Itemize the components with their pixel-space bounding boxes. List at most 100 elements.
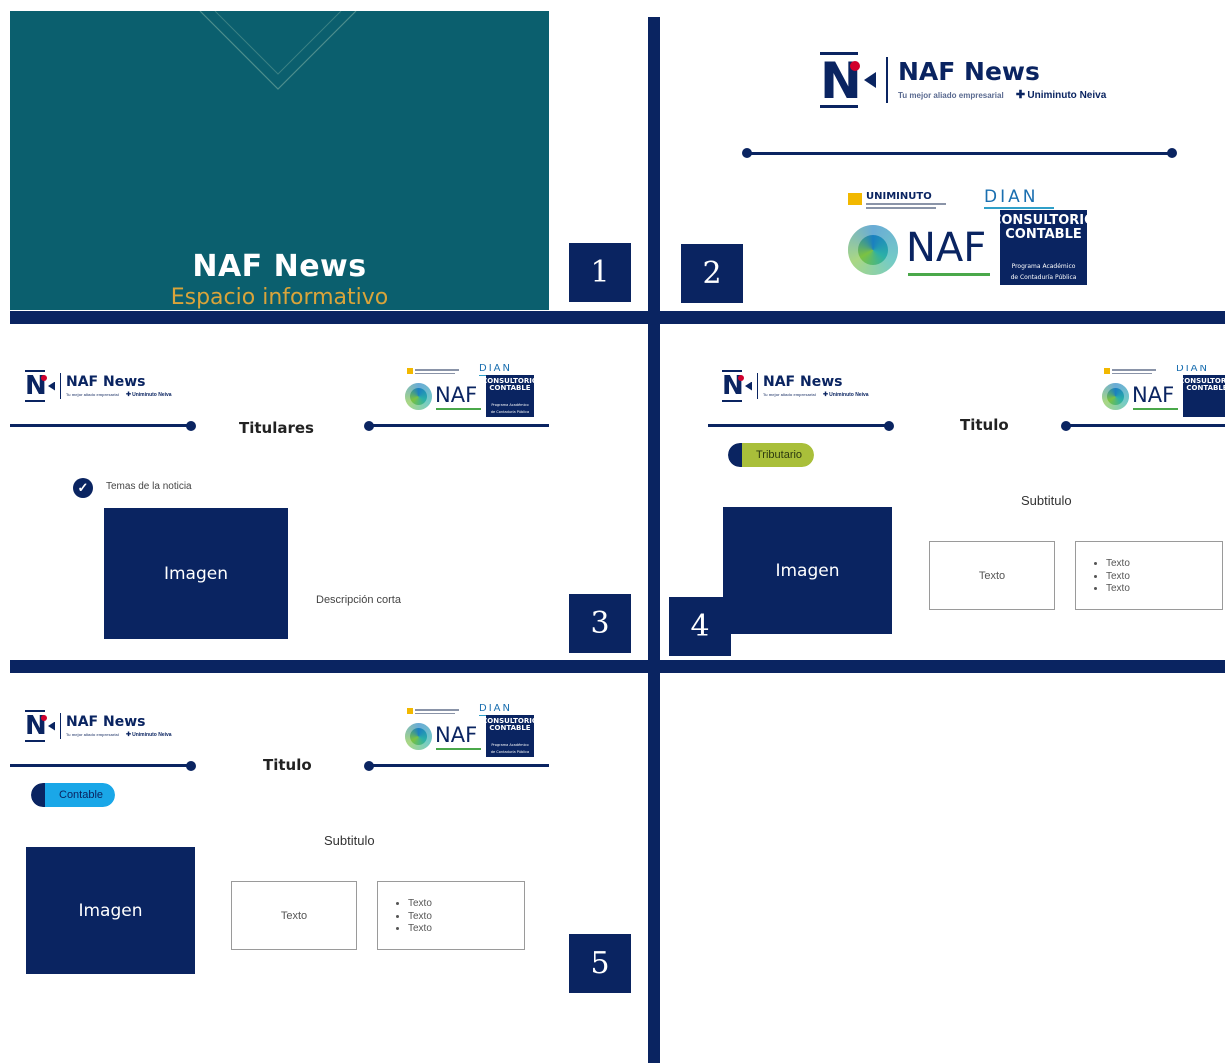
naf-subtext xyxy=(436,748,481,750)
checkmark-icon: ✓ xyxy=(73,478,93,498)
contaduria-label: de Contaduría Pública xyxy=(1010,273,1077,281)
camera-icon xyxy=(48,721,55,731)
contable-label: CONTABLE xyxy=(1005,226,1082,242)
naf-swirl-icon xyxy=(405,383,432,410)
uniminuto-subtext-2 xyxy=(866,207,936,209)
brand-partner: Uniminuto Neiva xyxy=(132,391,172,398)
topic-label: Temas de la noticia xyxy=(106,481,192,492)
rule-left xyxy=(10,764,190,767)
naf-swirl-icon xyxy=(848,225,898,275)
bullet-list-box: Texto Texto Texto xyxy=(377,881,525,950)
n-mark-icon: N xyxy=(25,370,47,402)
horizontal-divider-top xyxy=(10,311,1225,324)
rule-right-dot xyxy=(364,761,374,771)
dian-label: DIAN xyxy=(1176,365,1209,374)
naf-news-logo-large: N NAF News Tu mejor aliado empresarial ✚… xyxy=(820,52,1106,108)
logo-separator xyxy=(886,57,888,103)
slide-heading: Titulares xyxy=(239,419,314,437)
uniminuto-mark-icon xyxy=(1104,368,1110,374)
rule-right-dot xyxy=(1061,421,1071,431)
naf-news-logo: N NAF News Tu mejor aliado empresarial ✚… xyxy=(722,370,869,402)
contaduria-label: de Contaduría Pública xyxy=(490,750,530,755)
slide-heading: Titulo xyxy=(263,756,312,774)
logo-rule xyxy=(746,152,1172,155)
partner-logos: DIAN NAF CONSULTORIO CONTABLE Programa A… xyxy=(405,703,545,760)
naf-label: NAF xyxy=(435,723,478,747)
text-box: Texto xyxy=(231,881,357,950)
image-placeholder: Imagen xyxy=(723,507,892,634)
slide-heading: Titulo xyxy=(960,416,1009,434)
naf-subtext xyxy=(908,273,990,276)
list-item: Texto xyxy=(408,911,524,924)
rule-right xyxy=(370,424,549,427)
vertical-divider xyxy=(648,17,660,1063)
naf-swirl-icon xyxy=(1102,383,1129,410)
text-box: Texto xyxy=(929,541,1055,610)
naf-label: NAF xyxy=(1132,383,1175,407)
uniminuto-subtext xyxy=(866,203,946,205)
rule-right-dot xyxy=(364,421,374,431)
list-item: Texto xyxy=(1106,583,1222,596)
camera-icon xyxy=(864,72,876,88)
rule-right xyxy=(1066,424,1225,427)
subtitle: Subtitulo xyxy=(1021,493,1072,508)
rule-left xyxy=(10,424,190,427)
uniminuto-label: UNIMINUTO xyxy=(866,191,932,202)
slide-logos: N NAF News Tu mejor aliado empresarial ✚… xyxy=(662,17,1225,309)
slide-tributario: N NAF News Tu mejor aliado empresarial ✚… xyxy=(662,325,1225,659)
consultorio-badge: CONSULTORIO CONTABLE xyxy=(1179,375,1225,417)
dian-subtext xyxy=(984,207,1054,209)
slide-number-1: 1 xyxy=(569,243,631,302)
uniminuto-subtext xyxy=(415,709,459,711)
bullet-list: Texto Texto Texto xyxy=(1076,542,1222,596)
cover-title: NAF News xyxy=(192,249,367,284)
brand-title: NAF News xyxy=(66,373,146,390)
programa-label: Programa Académico xyxy=(491,742,529,747)
slide-contable: N NAF News Tu mejor aliado empresarial ✚… xyxy=(10,675,648,1063)
bullet-list: Texto Texto Texto xyxy=(378,882,524,936)
image-placeholder: Imagen xyxy=(26,847,195,974)
naf-swirl-icon xyxy=(405,723,432,750)
category-tag[interactable]: Tributario xyxy=(728,443,815,467)
uniminuto-subtext xyxy=(1112,369,1156,371)
cross-icon: ✚ xyxy=(1015,89,1026,101)
rule-dot-left xyxy=(742,148,752,158)
contable-label: CONTABLE xyxy=(489,384,531,393)
list-item: Texto xyxy=(1106,558,1222,571)
naf-label: NAF xyxy=(906,225,987,271)
logo-separator xyxy=(60,713,61,739)
naf-subtext xyxy=(1133,408,1178,410)
horizontal-divider-middle xyxy=(10,660,1225,673)
slide-number-4: 4 xyxy=(669,597,731,656)
brand-title: NAF News xyxy=(898,57,1040,86)
logo-separator xyxy=(60,373,61,399)
list-item: Texto xyxy=(408,898,524,911)
rule-left xyxy=(708,424,890,427)
bullet-list-box: Texto Texto Texto xyxy=(1075,541,1223,610)
brand-partner: Uniminuto Neiva xyxy=(829,391,869,398)
cross-icon: ✚ xyxy=(125,391,131,398)
naf-label: NAF xyxy=(435,383,478,407)
contaduria-label: de Contaduría Pública xyxy=(490,410,530,415)
image-placeholder: Imagen xyxy=(104,508,288,639)
uniminuto-subtext-2 xyxy=(415,373,455,374)
cover-subtitle: Espacio informativo xyxy=(170,285,389,310)
slide-number-3: 3 xyxy=(569,594,631,653)
brand-title: NAF News xyxy=(763,373,843,390)
logo-separator xyxy=(757,373,758,399)
contable-label: CONTABLE xyxy=(489,724,531,733)
brand-tagline: Tu mejor aliado empresarial xyxy=(66,391,119,397)
uniminuto-subtext-2 xyxy=(415,713,455,714)
consultorio-label: CONSULTORIO xyxy=(991,213,1096,228)
brand-partner: Uniminuto Neiva xyxy=(1027,90,1107,101)
brand-title: NAF News xyxy=(66,713,146,730)
brand-tagline: Tu mejor aliado empresarial xyxy=(898,91,1004,100)
category-tag[interactable]: Contable xyxy=(31,783,116,807)
naf-news-logo: N NAF News Tu mejor aliado empresarial ✚… xyxy=(25,710,172,742)
slide-cover: NAF News Espacio informativo xyxy=(10,11,549,310)
uniminuto-mark-icon xyxy=(407,368,413,374)
rule-right xyxy=(370,764,549,767)
partner-logos: DIAN NAF CONSULTORIO CONTABLE xyxy=(1102,365,1225,420)
subtitle: Subtitulo xyxy=(324,833,375,848)
cross-icon: ✚ xyxy=(822,391,828,398)
